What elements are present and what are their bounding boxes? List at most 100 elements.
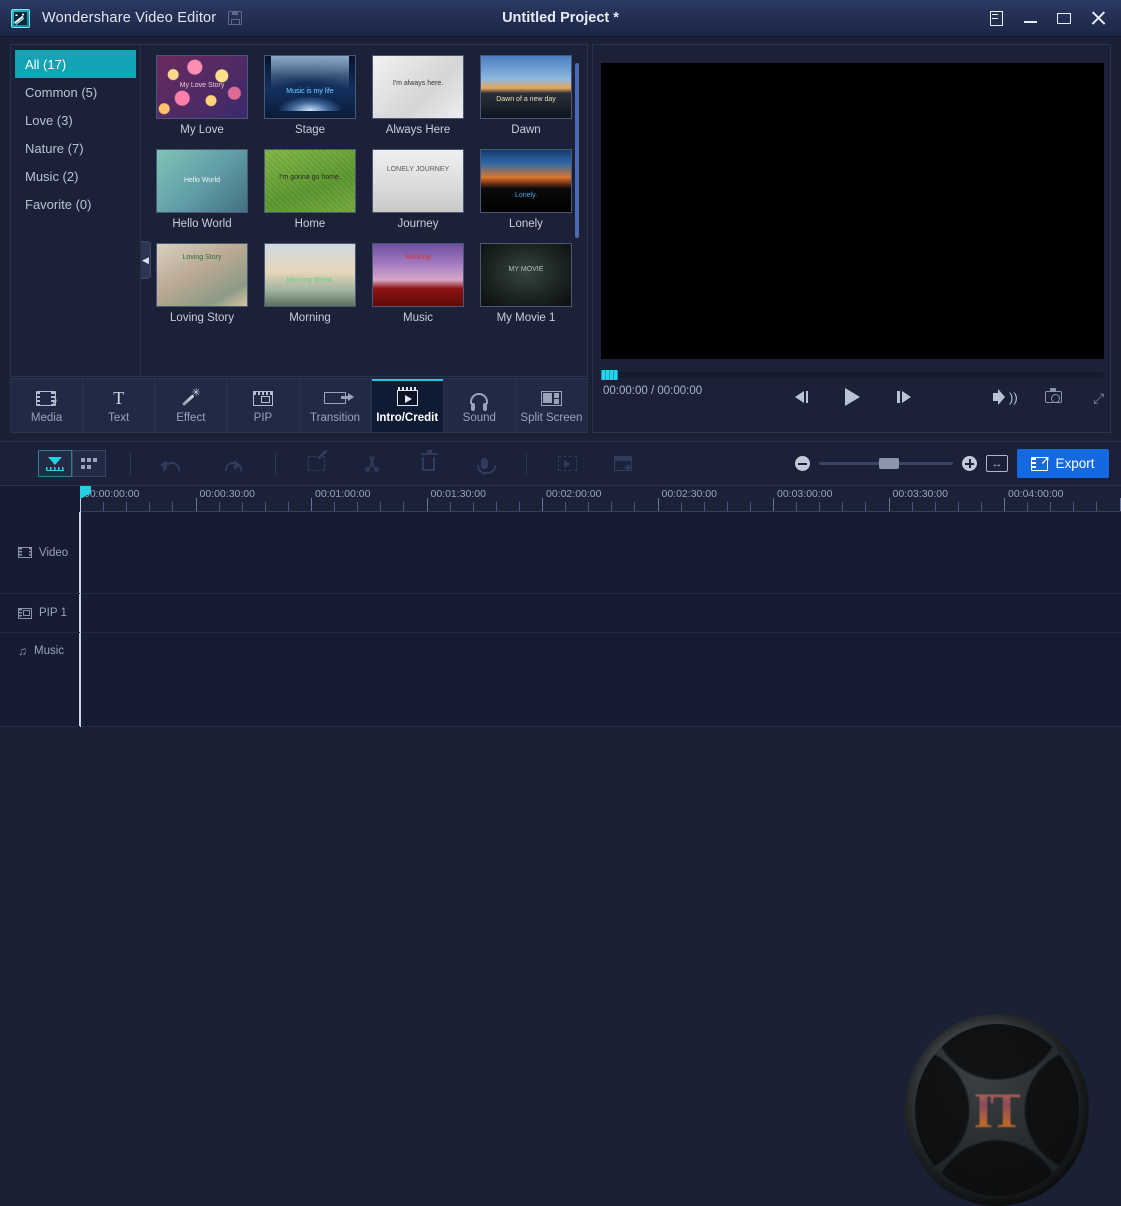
template-item[interactable]: I'm gonna go home.Home — [264, 149, 356, 243]
zoom-out-icon[interactable] — [795, 456, 810, 471]
ruler-tick — [773, 498, 774, 511]
tab-media[interactable]: ♪ Media — [11, 379, 83, 432]
track-header-pip1: PIP 1 — [0, 594, 80, 632]
edit-button[interactable] — [296, 449, 336, 479]
template-item[interactable]: I'm always here.Always Here — [372, 55, 464, 149]
template-thumbnail[interactable]: Loving Story — [156, 243, 248, 307]
zoom-slider[interactable] — [819, 462, 953, 465]
chevron-left-icon[interactable]: ◀ — [141, 241, 151, 279]
category-item-common[interactable]: Common (5) — [15, 78, 136, 106]
template-thumbnail[interactable]: Dawn of a new day — [480, 55, 572, 119]
volume-waves-icon: )) — [1009, 391, 1018, 404]
menu-button[interactable] — [979, 3, 1013, 33]
zoom-in-icon[interactable] — [962, 456, 977, 471]
category-item-all[interactable]: All (17) — [15, 50, 136, 78]
feature-tab-bar: ♪ Media T Text Effect PIP Transition Int… — [10, 378, 588, 433]
tab-effect[interactable]: Effect — [155, 379, 227, 432]
template-item[interactable]: Dawn of a new day Dawn — [480, 55, 572, 149]
template-item[interactable]: My Love StoryMy Love — [156, 55, 248, 149]
preview-screen[interactable] — [601, 63, 1104, 359]
track-music[interactable]: ♫ Music — [0, 633, 1121, 727]
category-item-music[interactable]: Music (2) — [15, 162, 136, 190]
template-grid: My Love StoryMy LoveMusic is my lifeStag… — [156, 55, 587, 337]
template-thumbnail[interactable]: I'm gonna go home. — [264, 149, 356, 213]
template-thumbnail[interactable]: LONELY JOURNEY — [372, 149, 464, 213]
volume-icon — [993, 393, 1000, 401]
tab-intro-credit[interactable]: Intro/Credit — [372, 379, 444, 432]
template-thumbnail[interactable]: My Love Story — [156, 55, 248, 119]
template-thumbnail[interactable]: MY MOVIE — [480, 243, 572, 307]
category-item-nature[interactable]: Nature (7) — [15, 134, 136, 162]
preview-progress-handle[interactable] — [601, 370, 618, 380]
timeline-ruler[interactable]: 00:00:00:0000:00:30:0000:01:00:0000:01:3… — [80, 486, 1121, 512]
previous-frame-button[interactable] — [789, 385, 814, 409]
template-thumbnail[interactable]: I'm always here. — [372, 55, 464, 119]
split-button[interactable] — [352, 449, 392, 479]
volume-button[interactable]: )) — [992, 385, 1018, 409]
template-item[interactable]: Lonely.Lonely — [480, 149, 572, 243]
export-icon — [1031, 457, 1048, 471]
next-frame-button[interactable] — [892, 385, 917, 409]
template-thumbnail[interactable]: Music is my life — [264, 55, 356, 119]
tab-transition[interactable]: Transition — [300, 379, 372, 432]
zoom-slider-thumb[interactable] — [879, 458, 899, 469]
track-video[interactable]: Video — [0, 512, 1121, 594]
voiceover-button[interactable] — [464, 449, 504, 479]
template-thumbnail[interactable]: Lonely. — [480, 149, 572, 213]
template-overlay-text: Dawn of a new day — [481, 96, 571, 105]
tab-label: Media — [31, 412, 62, 424]
track-body-pip1[interactable] — [80, 594, 1121, 632]
track-body-music[interactable] — [80, 633, 1121, 726]
template-grid-container: My Love StoryMy LoveMusic is my lifeStag… — [142, 45, 587, 376]
playhead[interactable] — [80, 486, 81, 727]
template-item[interactable]: MY MOVIEMy Movie 1 — [480, 243, 572, 337]
tab-text[interactable]: T Text — [83, 379, 155, 432]
category-item-favorite[interactable]: Favorite (0) — [15, 190, 136, 218]
settings-button[interactable] — [603, 449, 643, 479]
snapshot-button[interactable] — [1043, 385, 1066, 409]
template-item[interactable]: Hello WorldHello World — [156, 149, 248, 243]
save-icon[interactable] — [228, 11, 242, 25]
library-scrollbar[interactable] — [575, 63, 579, 238]
template-item[interactable]: Morning World.Morning — [264, 243, 356, 337]
ruler-tick-minor — [473, 502, 474, 511]
template-item[interactable]: Loving StoryLoving Story — [156, 243, 248, 337]
preview-progress-bar[interactable] — [601, 372, 1104, 378]
storyboard-view-button[interactable] — [72, 450, 106, 477]
template-item[interactable]: LONELY JOURNEYJourney — [372, 149, 464, 243]
template-item[interactable]: RockingMusic — [372, 243, 464, 337]
track-body-video[interactable] — [80, 512, 1121, 593]
maximize-button[interactable] — [1047, 3, 1081, 33]
play-button[interactable] — [840, 384, 866, 410]
template-thumbnail[interactable]: Morning World. — [264, 243, 356, 307]
template-thumbnail[interactable]: Rocking — [372, 243, 464, 307]
minimize-button[interactable] — [1013, 3, 1047, 33]
ruler-label: 00:00:00:00 — [84, 488, 139, 500]
video-track-icon — [18, 547, 32, 558]
template-overlay-text: Lonely. — [481, 192, 571, 201]
intro-credit-icon — [397, 387, 418, 409]
fit-to-window-icon[interactable]: ↔ — [986, 455, 1008, 472]
category-item-love[interactable]: Love (3) — [15, 106, 136, 134]
ruler-label: 00:03:30:00 — [893, 488, 948, 500]
ruler-tick-minor — [611, 502, 612, 511]
tab-pip[interactable]: PIP — [227, 379, 299, 432]
tab-split-screen[interactable]: Split Screen — [516, 379, 587, 432]
ruler-tick-minor — [496, 502, 497, 511]
redo-button[interactable] — [211, 449, 251, 479]
marker-button[interactable] — [547, 449, 587, 479]
tab-label: Split Screen — [520, 412, 582, 424]
export-button[interactable]: Export — [1017, 449, 1109, 478]
ruler-tick-minor — [450, 502, 451, 511]
tab-sound[interactable]: Sound — [444, 379, 516, 432]
template-caption: Dawn — [480, 124, 572, 136]
close-button[interactable] — [1081, 3, 1115, 33]
template-item[interactable]: Music is my lifeStage — [264, 55, 356, 149]
template-thumbnail[interactable]: Hello World — [156, 149, 248, 213]
undo-button[interactable] — [149, 449, 189, 479]
delete-button[interactable] — [408, 449, 448, 479]
fullscreen-button[interactable]: ⤢ — [1089, 385, 1112, 409]
timeline-view-button[interactable] — [38, 450, 72, 477]
track-label: PIP 1 — [39, 607, 67, 619]
track-pip1[interactable]: PIP 1 — [0, 594, 1121, 633]
